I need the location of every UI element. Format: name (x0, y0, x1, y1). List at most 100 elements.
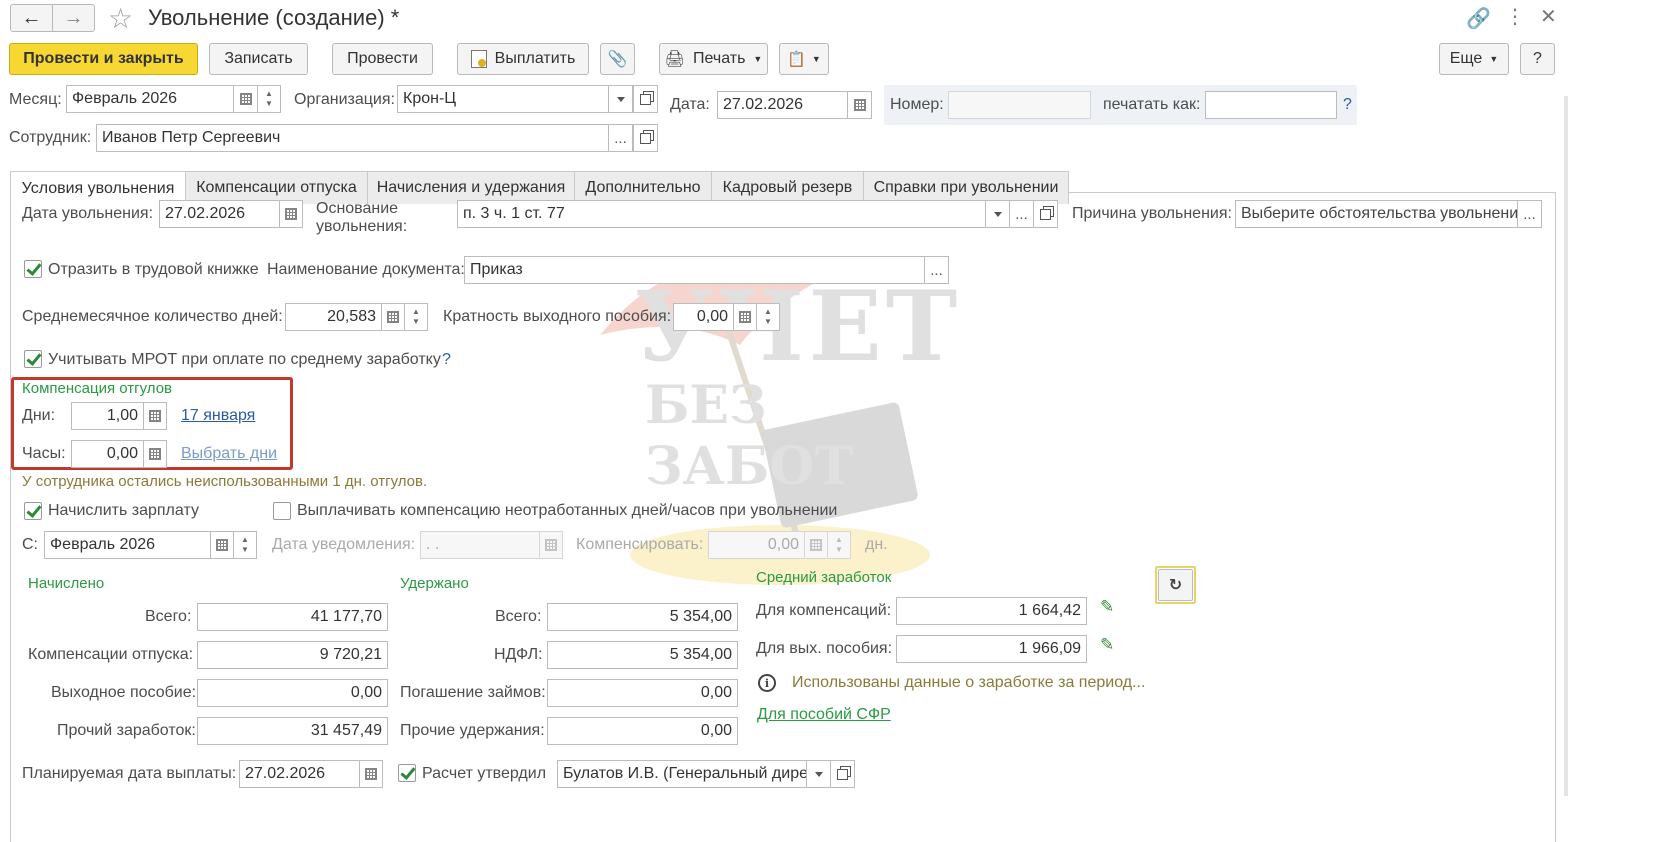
accrue-salary-checkbox[interactable] (24, 502, 42, 520)
pencil-icon[interactable]: ✎ (1100, 635, 1114, 655)
pay-button[interactable]: Выплатить (457, 43, 589, 75)
work-book-label[interactable]: Отразить в трудовой книжке (48, 261, 259, 279)
doc-name-input[interactable]: Приказ (464, 256, 925, 284)
accrued-total-value: 41 177,70 (197, 603, 388, 631)
document-arrow-icon: 📋 (787, 51, 806, 68)
basis-dropdown-button[interactable] (985, 200, 1010, 228)
date-input[interactable]: 27.02.2026 (717, 91, 848, 119)
chevron-down-icon: ▼ (753, 54, 763, 64)
org-input[interactable]: Крон-Ц (397, 85, 609, 113)
link-icon[interactable]: 🔗 (1466, 6, 1491, 31)
number-input[interactable] (948, 91, 1091, 119)
star-icon[interactable]: ☆ (108, 2, 133, 35)
accrue-salary-label[interactable]: Начислить зарплату (48, 502, 199, 520)
refresh-button[interactable]: ↻ (1155, 566, 1196, 604)
basis-open-button[interactable] (1033, 200, 1058, 228)
calendar-icon[interactable] (279, 200, 303, 228)
notice-date-input[interactable]: . . (420, 531, 540, 559)
avg-days-input[interactable]: 20,583 (285, 303, 382, 331)
planned-date-input[interactable]: 27.02.2026 (239, 760, 360, 788)
calculator-icon[interactable] (733, 303, 757, 331)
kebab-icon[interactable]: ⋮ (1505, 4, 1525, 29)
from-label: С: (22, 536, 38, 553)
create-based-on-button[interactable]: 📋 ▼ (779, 43, 829, 75)
reason-select-button[interactable]: ... (1517, 200, 1542, 228)
more-label: Еще (1449, 50, 1483, 67)
approved-by-input[interactable]: Булатов И.В. (Генеральный дире (557, 760, 807, 788)
compensate-input[interactable]: 0,00 (708, 531, 805, 559)
print-as-input[interactable] (1205, 91, 1337, 119)
calculator-icon[interactable] (804, 531, 828, 559)
from-month-stepper[interactable]: ▲ ▼ (233, 531, 257, 559)
severance-mult-input[interactable]: 0,00 (673, 303, 734, 331)
basis-input[interactable]: п. 3 ч. 1 ст. 77 (457, 200, 986, 228)
month-stepper[interactable]: ▲ ▼ (257, 85, 281, 113)
pay-compensation-label[interactable]: Выплачивать компенсацию неотработанных д… (297, 502, 837, 520)
withheld-total-value: 5 354,00 (547, 603, 738, 631)
from-month-input[interactable]: Февраль 2026 (44, 531, 211, 559)
approved-dropdown-button[interactable] (806, 760, 831, 788)
calendar-icon[interactable] (847, 91, 872, 119)
timeoff-hours-input[interactable]: 0,00 (71, 440, 144, 468)
timeoff-days-label: Дни: (22, 407, 56, 424)
reason-input[interactable]: Выберите обстоятельства увольнения (1235, 200, 1518, 228)
attach-button[interactable]: 📎 (600, 43, 635, 75)
forward-button[interactable]: → (52, 4, 95, 32)
print-button[interactable]: 🖨 Печать ▼ (659, 43, 768, 75)
more-button[interactable]: Еще ▼ (1439, 43, 1509, 75)
avg-days-stepper[interactable]: ▲ ▼ (404, 303, 428, 331)
org-dropdown-button[interactable] (608, 85, 633, 113)
date-label: Дата: (670, 96, 710, 113)
calendar-icon[interactable] (539, 531, 563, 559)
calendar-icon[interactable] (359, 760, 383, 788)
approved-checkbox[interactable] (398, 764, 416, 782)
compensate-stepper[interactable]: ▲ ▼ (827, 531, 851, 559)
calculator-icon[interactable] (143, 440, 167, 468)
pencil-icon[interactable]: ✎ (1100, 597, 1114, 617)
calculator-icon[interactable] (381, 303, 405, 331)
help-button[interactable]: ? (1520, 43, 1555, 75)
work-book-checkbox[interactable] (24, 260, 42, 278)
accrued-vacation-label: Компенсации отпуска: (28, 646, 194, 663)
post-button[interactable]: Провести (332, 43, 433, 75)
close-icon[interactable]: ✕ (1540, 4, 1557, 29)
average-sev-label: Для вых. пособия: (756, 640, 893, 657)
month-input[interactable]: Февраль 2026 (66, 85, 234, 113)
average-info-text[interactable]: Использованы данные о заработке за перио… (792, 674, 1145, 692)
accrued-severance-label: Выходное пособие: (51, 684, 197, 701)
sfr-benefits-link[interactable]: Для пособий СФР (757, 706, 891, 724)
scrollbar[interactable] (1564, 96, 1568, 796)
back-button[interactable]: ← (10, 4, 53, 32)
accrued-total-label: Всего: (145, 608, 192, 625)
severance-mult-stepper[interactable]: ▲ ▼ (756, 303, 780, 331)
average-comp-label: Для компенсаций: (756, 602, 892, 619)
help-link[interactable]: ? (1343, 96, 1352, 114)
calendar-icon[interactable] (210, 531, 234, 559)
dismissal-date-input[interactable]: 27.02.2026 (159, 200, 280, 228)
save-button[interactable]: Записать (209, 43, 308, 75)
basis-select-button[interactable]: ... (1009, 200, 1034, 228)
org-open-button[interactable] (633, 85, 658, 113)
withheld-total-label: Всего: (495, 608, 542, 625)
mrot-help-link[interactable]: ? (442, 351, 451, 369)
arrow-right-icon: → (63, 6, 84, 29)
calendar-icon[interactable] (233, 85, 258, 113)
approved-open-button[interactable] (830, 760, 855, 788)
employee-open-button[interactable] (633, 124, 658, 152)
timeoff-select-days-link[interactable]: Выбрать дни (181, 445, 277, 463)
employee-input[interactable]: Иванов Петр Сергеевич (96, 124, 609, 152)
chevron-down-icon: ▼ (811, 54, 821, 64)
pay-doc-icon (470, 50, 487, 68)
employee-select-button[interactable]: ... (608, 124, 633, 152)
doc-name-select-button[interactable]: ... (924, 256, 949, 284)
mrot-checkbox[interactable] (24, 350, 42, 368)
print-label: Печать (692, 50, 746, 67)
pay-compensation-checkbox[interactable] (273, 502, 291, 520)
calculator-icon[interactable] (143, 402, 167, 430)
timeoff-days-link[interactable]: 17 января (181, 407, 255, 425)
post-and-close-button[interactable]: Провести и закрыть (9, 43, 198, 75)
withheld-loans-label: Погашение займов: (400, 684, 546, 701)
mrot-label[interactable]: Учитывать МРОТ при оплате по среднему за… (48, 351, 441, 369)
timeoff-days-input[interactable]: 1,00 (71, 402, 144, 430)
approved-label[interactable]: Расчет утвердил (422, 765, 546, 783)
